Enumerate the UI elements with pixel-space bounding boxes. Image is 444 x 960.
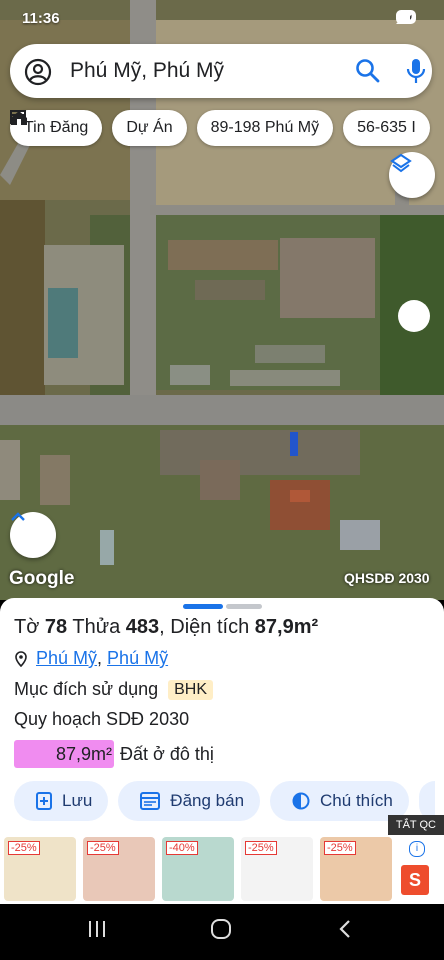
- back-icon[interactable]: [334, 918, 356, 940]
- home-icon[interactable]: [210, 918, 232, 940]
- layers-button[interactable]: [389, 152, 435, 198]
- shopee-bag-icon: S: [401, 865, 429, 895]
- expand-up-button[interactable]: [10, 512, 56, 558]
- listing-icon: [140, 792, 161, 810]
- ad-product[interactable]: -25%: [241, 837, 313, 901]
- chevron-up-icon: [11, 512, 25, 521]
- discount-badge: -25%: [8, 841, 40, 855]
- recent-apps-icon[interactable]: [86, 918, 108, 940]
- ad-product[interactable]: -40%: [162, 837, 234, 901]
- parcel-title: Tờ 78 Thửa 483, Diện tích 87,9m²: [14, 616, 318, 639]
- contrast-icon: [292, 792, 310, 810]
- chip-56-635[interactable]: 56-635 I: [343, 110, 430, 146]
- area-color-box: 87,9m²: [14, 740, 114, 768]
- area-label: , Diện tích: [159, 616, 250, 638]
- chip-du-an[interactable]: Dự Án: [11, 110, 187, 146]
- map-marker-dot[interactable]: [398, 300, 430, 332]
- microphone-icon[interactable]: [404, 57, 428, 85]
- location-pin-icon: [15, 650, 27, 667]
- save-label: Lưu: [62, 791, 93, 810]
- signal-icon: [395, 10, 410, 24]
- sheet-handle[interactable]: [183, 604, 223, 609]
- discount-badge: -25%: [324, 841, 356, 855]
- land-use-purpose: Mục đích sử dụng BHK: [14, 679, 214, 700]
- post-sale-label: Đăng bán: [170, 791, 245, 810]
- legend-label: Chú thích: [320, 791, 393, 810]
- info-icon[interactable]: i: [409, 841, 425, 857]
- status-bar: 11:36 89: [0, 0, 444, 34]
- sheet-label: Tờ: [14, 616, 40, 638]
- status-time: 11:36: [22, 10, 60, 27]
- chip-label: 89-198 Phú Mỹ: [210, 119, 320, 136]
- search-bar[interactable]: Phú Mỹ, Phú Mỹ: [10, 44, 432, 98]
- chip-label: 56-635 I: [357, 119, 416, 136]
- parcel-label: Thửa: [72, 616, 121, 638]
- area-value: 87,9m²: [254, 616, 319, 638]
- chip-label: Tin Đăng: [24, 119, 89, 136]
- ad-banner[interactable]: TẮT QC -25% -25% -40% -25% -25% i S: [0, 815, 444, 904]
- close-ad-button[interactable]: TẮT QC: [387, 815, 444, 835]
- google-attribution: Google: [9, 568, 75, 589]
- discount-badge: -25%: [245, 841, 277, 855]
- chip-label: Dự Án: [126, 119, 173, 136]
- parcel-number: 483: [125, 616, 160, 638]
- planning-heading: Quy hoạch SDĐ 2030: [14, 709, 190, 729]
- sheet-number: 78: [44, 616, 68, 638]
- ad-product[interactable]: -25%: [83, 837, 155, 901]
- layer-label: QHSDĐ 2030: [344, 570, 430, 586]
- sheet-handle-secondary[interactable]: [226, 604, 262, 609]
- parcel-location: Phú Mỹ, Phú Mỹ: [14, 648, 168, 669]
- location-separator: ,: [97, 648, 103, 668]
- layers-icon: [390, 153, 412, 173]
- ad-product[interactable]: -25%: [320, 837, 392, 901]
- planning-area-row: 87,9m² Đất ở đô thị: [14, 740, 214, 768]
- ad-products: -25% -25% -40% -25% -25%: [4, 837, 392, 901]
- chip-89-198[interactable]: 89-198 Phú Mỹ: [196, 110, 334, 146]
- purpose-label: Mục đích sử dụng: [14, 679, 159, 699]
- save-button[interactable]: Lưu: [14, 781, 109, 821]
- project-icon: [11, 111, 27, 125]
- discount-badge: -25%: [87, 841, 119, 855]
- account-icon[interactable]: [24, 58, 52, 86]
- satellite-map[interactable]: 11:36 89 Phú Mỹ, Phú Mỹ Tin Đăng: [0, 0, 444, 600]
- system-nav-bar: [0, 904, 444, 960]
- discount-badge: -40%: [166, 841, 198, 855]
- filter-chips: Tin Đăng Dự Án 89-198 Phú Mỹ 56-635 I: [10, 110, 430, 146]
- location-link-city[interactable]: Phú Mỹ: [107, 648, 168, 669]
- location-link-ward[interactable]: Phú Mỹ: [36, 648, 97, 669]
- search-icon[interactable]: [355, 58, 381, 84]
- search-input[interactable]: Phú Mỹ, Phú Mỹ: [70, 59, 224, 83]
- save-bookmark-icon: [36, 792, 52, 810]
- status-icons: 89: [395, 10, 416, 24]
- area-type-label: Đất ở đô thị: [120, 743, 214, 764]
- purpose-badge: BHK: [168, 679, 214, 700]
- post-sale-button[interactable]: Đăng bán: [118, 781, 261, 821]
- action-buttons: Lưu Đăng bán Chú thích: [14, 781, 435, 821]
- shopee-logo[interactable]: i S: [393, 841, 437, 901]
- ad-product[interactable]: -25%: [4, 837, 76, 901]
